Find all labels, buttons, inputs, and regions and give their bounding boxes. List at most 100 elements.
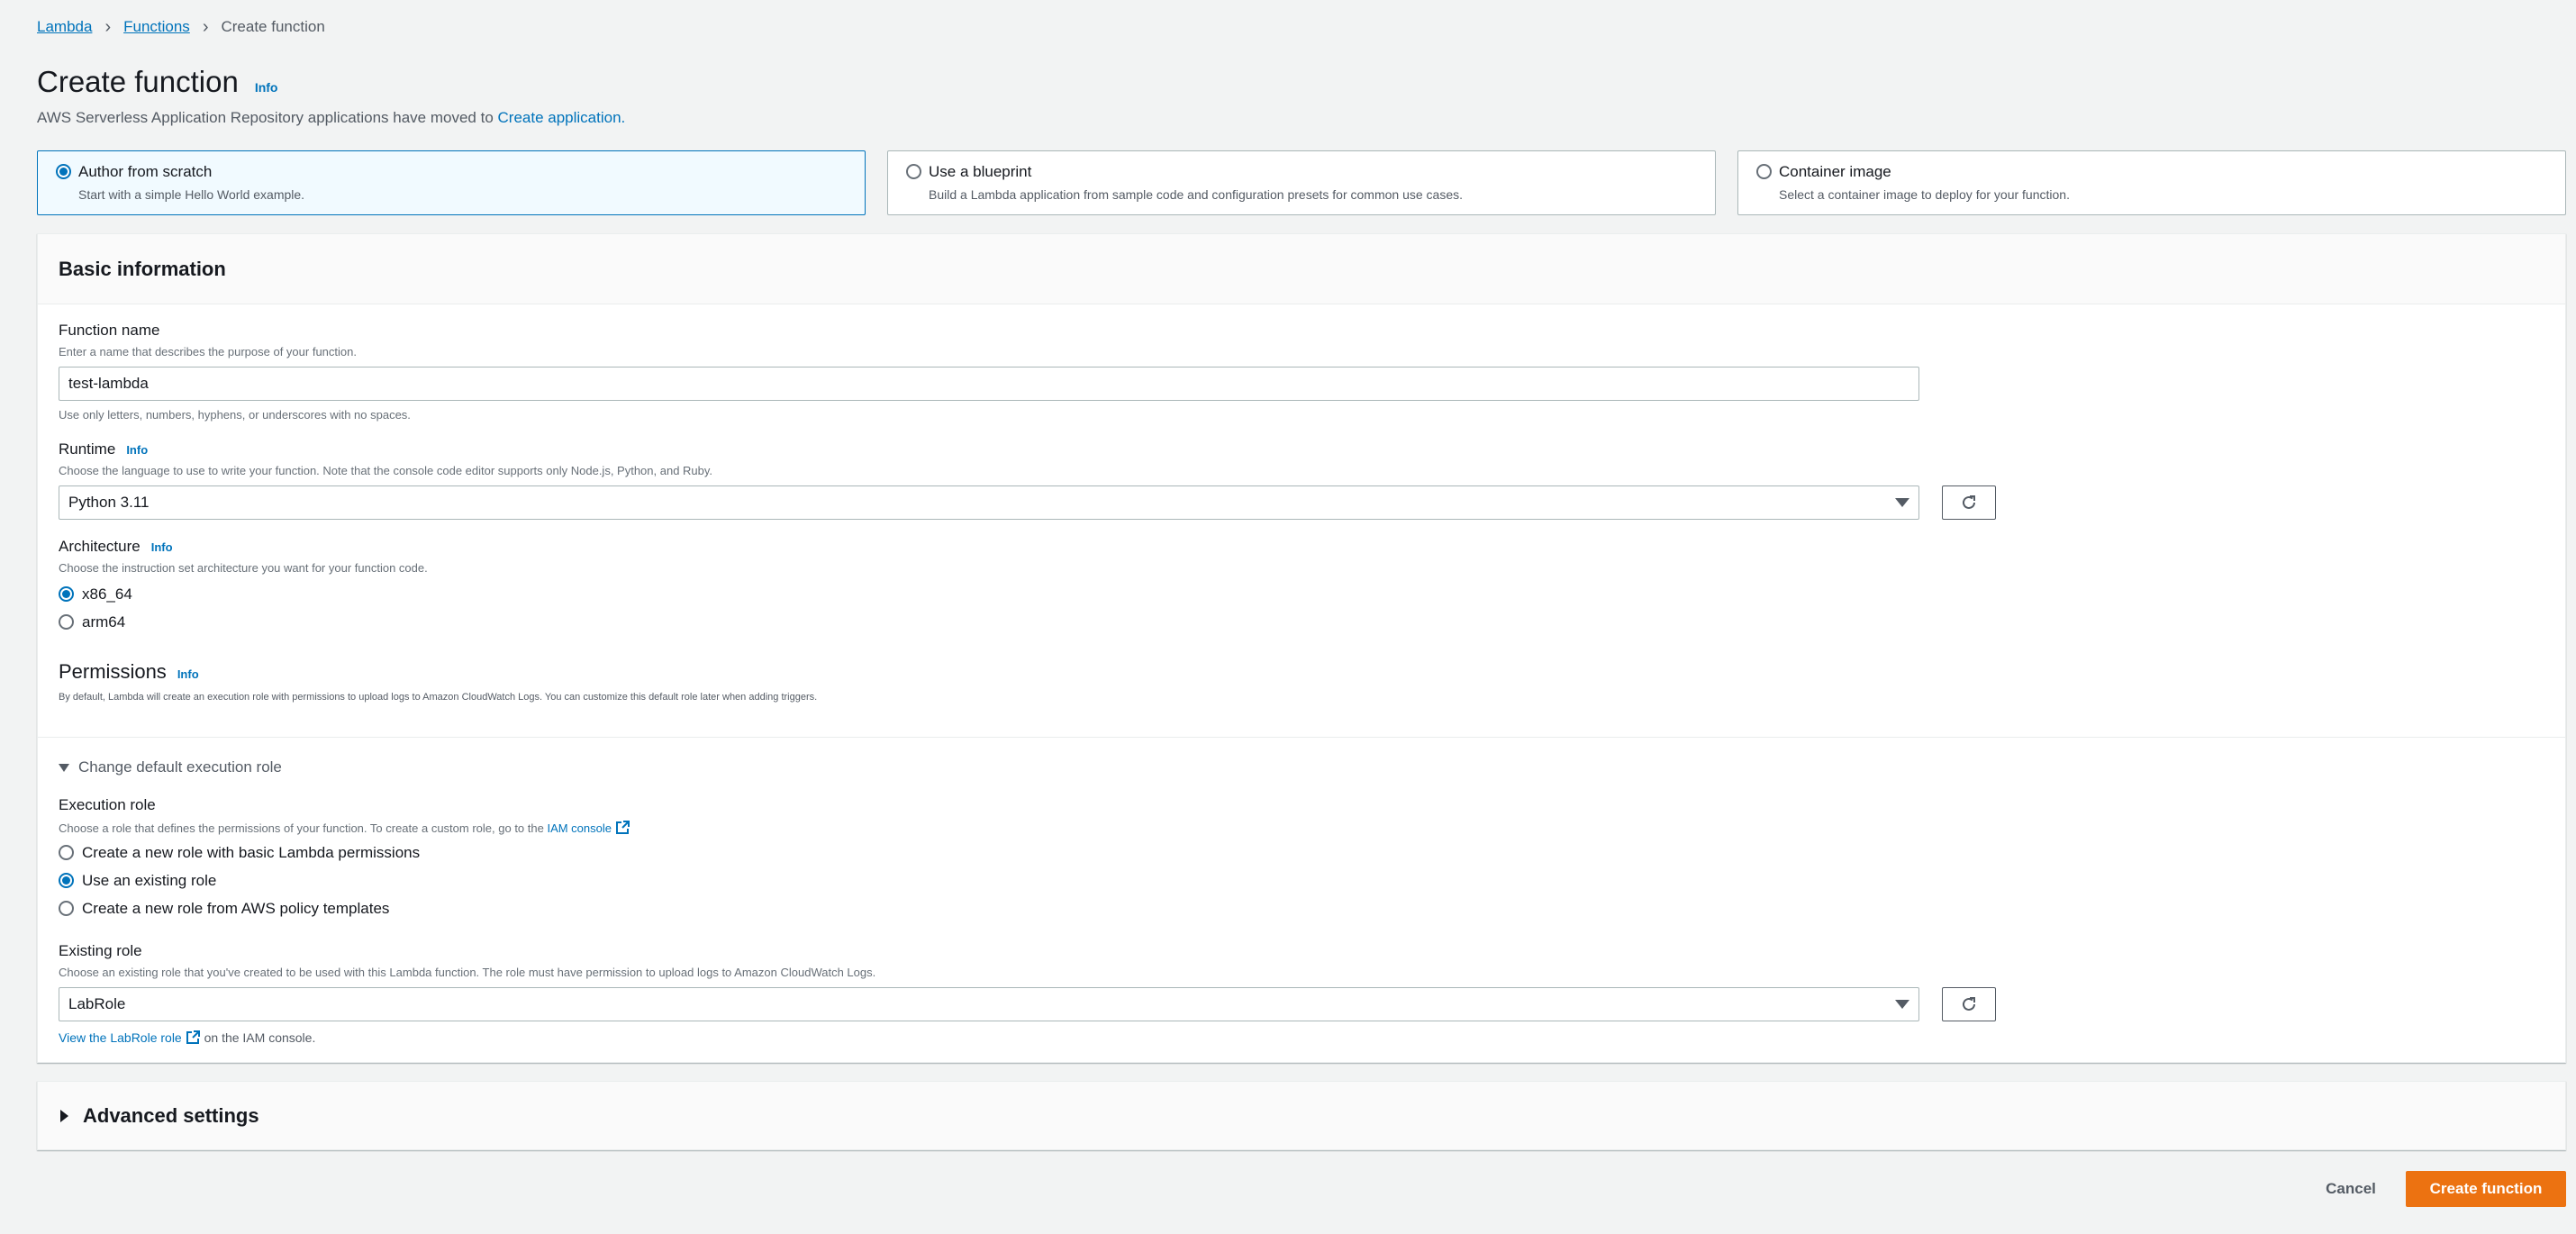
caret-down-icon xyxy=(1895,1000,1909,1009)
page-header: Create function Info xyxy=(37,65,277,99)
refresh-icon xyxy=(1963,997,1975,1011)
view-role-line: View the LabRole role on the IAM console… xyxy=(59,1030,1996,1045)
runtime-label-row: Runtime Info xyxy=(59,440,1996,458)
caret-down-icon xyxy=(59,763,69,772)
panel-title: Basic information xyxy=(59,257,226,280)
tile-title: Container image xyxy=(1779,163,1891,180)
tile-title: Use a blueprint xyxy=(929,163,1032,180)
sar-notice-text: AWS Serverless Application Repository ap… xyxy=(37,109,498,126)
runtime-field: Runtime Info Choose the language to use … xyxy=(59,440,1996,520)
existing-role-label: Existing role xyxy=(59,942,142,959)
permissions-title: Permissions xyxy=(59,660,167,683)
basic-information-panel: Basic information Function name Enter a … xyxy=(37,233,2566,1063)
architecture-radio-group: x86_64 arm64 xyxy=(59,580,428,636)
radio-x86[interactable] xyxy=(59,586,74,602)
function-name-field: Function name Enter a name that describe… xyxy=(59,322,1919,422)
breadcrumb-current: Create function xyxy=(221,18,325,35)
refresh-icon xyxy=(1963,495,1975,509)
architecture-info-link[interactable]: Info xyxy=(151,540,173,554)
function-name-input[interactable]: test-lambda xyxy=(59,367,1919,401)
iam-console-link[interactable]: IAM console xyxy=(547,821,612,835)
caret-right-icon xyxy=(60,1109,68,1122)
runtime-refresh-button[interactable] xyxy=(1942,485,1996,520)
radio-use-existing-role[interactable] xyxy=(59,873,74,888)
cancel-button[interactable]: Cancel xyxy=(2306,1171,2396,1207)
tile-author-from-scratch[interactable]: Author from scratch Start with a simple … xyxy=(37,150,866,215)
breadcrumb-lambda[interactable]: Lambda xyxy=(37,18,92,36)
radio-use-blueprint[interactable] xyxy=(906,164,921,179)
existing-role-value: LabRole xyxy=(68,995,126,1012)
execution-role-radio-group: Create a new role with basic Lambda perm… xyxy=(59,839,630,922)
existing-role-refresh-button[interactable] xyxy=(1942,987,1996,1021)
permissions-info-link[interactable]: Info xyxy=(177,667,199,681)
runtime-label: Runtime xyxy=(59,440,116,458)
existing-role-field: Existing role Choose an existing role th… xyxy=(59,942,1996,1045)
change-role-label: Change default execution role xyxy=(78,758,282,776)
execution-role-desc-text: Choose a role that defines the permissio… xyxy=(59,821,548,835)
role-option-create-basic[interactable]: Create a new role with basic Lambda perm… xyxy=(59,839,630,867)
radio-label: Create a new role with basic Lambda perm… xyxy=(82,843,421,861)
advanced-settings-title: Advanced settings xyxy=(83,1103,259,1127)
tile-container-image[interactable]: Container image Select a container image… xyxy=(1737,150,2566,215)
existing-role-desc: Choose an existing role that you've crea… xyxy=(59,966,876,979)
radio-label: x86_64 xyxy=(82,585,132,603)
radio-author-from-scratch[interactable] xyxy=(56,164,71,179)
create-application-link[interactable]: Create application. xyxy=(498,109,626,126)
function-name-desc: Enter a name that describes the purpose … xyxy=(59,345,357,358)
change-role-toggle[interactable]: Change default execution role xyxy=(59,758,282,776)
runtime-info-link[interactable]: Info xyxy=(126,443,148,457)
tile-use-blueprint[interactable]: Use a blueprint Build a Lambda applicati… xyxy=(887,150,1716,215)
execution-role-label: Execution role xyxy=(59,796,156,813)
change-role-expander[interactable]: Change default execution role xyxy=(59,758,282,776)
radio-label: Use an existing role xyxy=(82,871,217,889)
existing-role-select[interactable]: LabRole xyxy=(59,987,1919,1021)
architecture-label: Architecture xyxy=(59,538,141,555)
sar-notice: AWS Serverless Application Repository ap… xyxy=(37,109,625,127)
breadcrumb: Lambda › Functions › Create function xyxy=(37,18,325,36)
chevron-right-icon: › xyxy=(202,17,209,37)
chevron-right-icon: › xyxy=(104,17,112,37)
divider xyxy=(38,737,2565,738)
radio-policy-templates-role[interactable] xyxy=(59,901,74,916)
permissions-desc: By default, Lambda will create an execut… xyxy=(59,692,818,703)
radio-container-image[interactable] xyxy=(1756,164,1772,179)
external-link-icon xyxy=(186,1030,200,1044)
radio-arm64[interactable] xyxy=(59,614,74,630)
tile-desc: Build a Lambda application from sample c… xyxy=(929,187,1463,202)
role-option-policy-templates[interactable]: Create a new role from AWS policy templa… xyxy=(59,894,630,922)
role-option-use-existing[interactable]: Use an existing role xyxy=(59,867,630,894)
existing-role-select-row: LabRole xyxy=(59,987,1996,1021)
breadcrumb-functions[interactable]: Functions xyxy=(123,18,190,36)
creation-option-tiles: Author from scratch Start with a simple … xyxy=(37,150,2566,215)
page-title: Create function xyxy=(37,65,239,98)
advanced-settings-panel[interactable]: Advanced settings xyxy=(37,1081,2566,1150)
caret-down-icon xyxy=(1895,498,1909,507)
page-info-link[interactable]: Info xyxy=(255,80,278,95)
execution-role-desc: Choose a role that defines the permissio… xyxy=(59,820,630,835)
radio-label: Create a new role from AWS policy templa… xyxy=(82,899,390,917)
permissions-section: Permissions Info By default, Lambda will… xyxy=(59,660,817,703)
runtime-select[interactable]: Python 3.11 xyxy=(59,485,1919,520)
create-function-page: Lambda › Functions › Create function Cre… xyxy=(0,0,2576,1234)
create-function-button[interactable]: Create function xyxy=(2406,1171,2566,1207)
radio-create-basic-role[interactable] xyxy=(59,845,74,860)
panel-header: Basic information xyxy=(38,234,2565,304)
architecture-desc: Choose the instruction set architecture … xyxy=(59,561,428,575)
function-name-label: Function name xyxy=(59,322,160,339)
runtime-value: Python 3.11 xyxy=(68,494,150,511)
tile-desc: Start with a simple Hello World example. xyxy=(78,187,305,202)
architecture-label-row: Architecture Info xyxy=(59,538,428,556)
runtime-select-row: Python 3.11 xyxy=(59,485,1996,520)
execution-role-field: Execution role Choose a role that define… xyxy=(59,796,630,922)
tile-title: Author from scratch xyxy=(78,163,213,180)
function-name-constraint: Use only letters, numbers, hyphens, or u… xyxy=(59,408,411,422)
architecture-field: Architecture Info Choose the instruction… xyxy=(59,538,428,636)
runtime-desc: Choose the language to use to write your… xyxy=(59,464,713,477)
permissions-title-row: Permissions Info xyxy=(59,660,817,684)
view-labrole-link[interactable]: View the LabRole role xyxy=(59,1030,182,1045)
radio-label: arm64 xyxy=(82,612,126,631)
external-link-icon xyxy=(616,821,630,834)
view-role-suffix: on the IAM console. xyxy=(200,1030,316,1045)
architecture-option-x86[interactable]: x86_64 xyxy=(59,580,428,608)
architecture-option-arm64[interactable]: arm64 xyxy=(59,608,428,636)
